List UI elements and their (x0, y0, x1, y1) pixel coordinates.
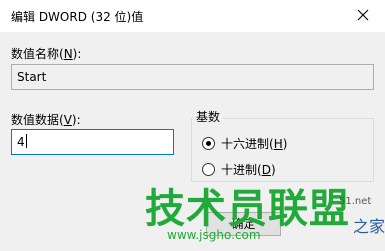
radio-hex-label: 十六进制(H) (221, 137, 288, 151)
watermark-logo-text: 技术员联盟 (145, 186, 350, 232)
radio-decimal-indicator[interactable] (202, 163, 215, 176)
corner-watermark-number: 51.net (339, 196, 372, 207)
radio-hex[interactable]: 十六进制(H) (202, 135, 287, 152)
dialog-title: 编辑 DWORD (32 位)值 (11, 10, 144, 24)
watermark-url: www.jsgho.com (167, 228, 261, 242)
value-name-field[interactable]: Start (11, 64, 374, 90)
value-name-label: 数值名称(N): (11, 47, 82, 61)
base-group-title: 基数 (193, 108, 224, 125)
value-name-text: Start (17, 70, 47, 84)
value-data-input[interactable]: 4 (11, 129, 174, 155)
radio-decimal[interactable]: 十进制(D) (202, 161, 276, 178)
edit-dword-dialog: 编辑 DWORD (32 位)值 数值名称(N): Start 数值数据(V):… (0, 0, 385, 251)
title-bar[interactable]: 编辑 DWORD (32 位)值 (0, 0, 385, 32)
radio-decimal-label: 十进制(D) (221, 163, 276, 177)
text-caret (25, 134, 27, 148)
value-data-text: 4 (17, 135, 25, 149)
close-button[interactable] (340, 0, 385, 30)
close-icon (357, 9, 368, 21)
corner-watermark-logo: 之家 (352, 217, 385, 236)
value-data-label: 数值数据(V): (11, 113, 81, 127)
radio-hex-indicator[interactable] (202, 137, 215, 150)
